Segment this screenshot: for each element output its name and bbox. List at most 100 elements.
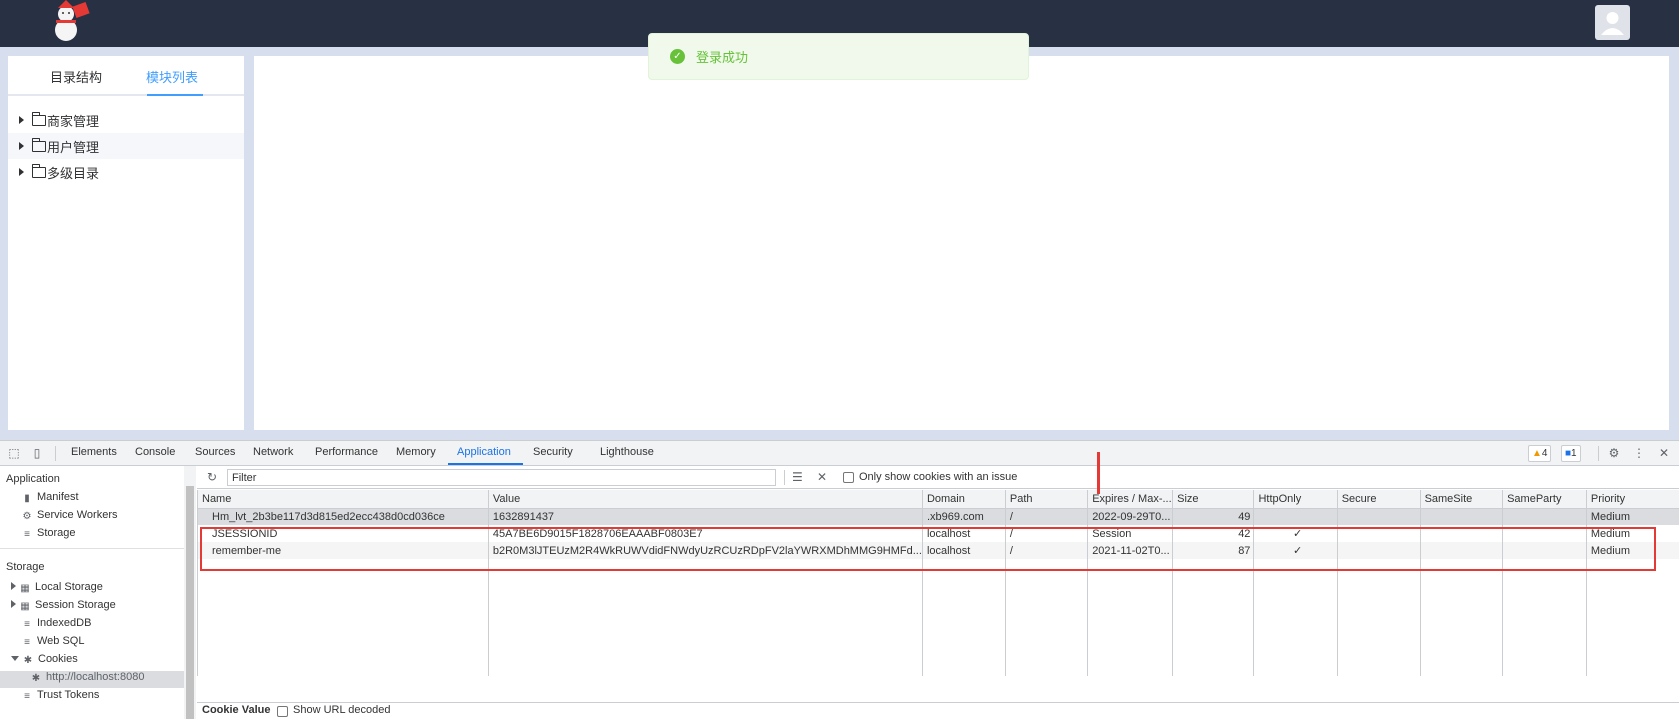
active-tab-indicator (147, 94, 203, 96)
divider (0, 548, 184, 549)
warnings-badge[interactable]: ▲4 (1528, 445, 1551, 462)
sidebar-item-label: Trust Tokens (37, 689, 99, 701)
cookie-filter-input[interactable] (227, 469, 776, 486)
column-header-priority[interactable]: Priority (1586, 490, 1679, 508)
sidebar-item-local-storage[interactable]: ▦Local Storage (11, 581, 103, 594)
cell-size: 49 (1173, 508, 1254, 525)
sidebar-item-indexeddb[interactable]: ≡IndexedDB (22, 617, 91, 630)
tree-node-user[interactable]: 用户管理 (8, 133, 244, 159)
tab-security[interactable]: Security (533, 446, 573, 458)
expand-arrow-icon[interactable] (19, 168, 24, 176)
messages-badge[interactable]: ■1 (1561, 445, 1581, 462)
cookie-value-label: Cookie Value (202, 704, 270, 716)
cookie-table: Name Value Domain Path Expires / Max-...… (197, 490, 1679, 676)
cell-samesite[interactable] (1420, 508, 1503, 525)
file-icon: ▮ (22, 494, 32, 504)
tree-node-multilevel[interactable]: 多级目录 (8, 159, 244, 185)
module-tree: 商家管理 用户管理 多级目录 (8, 107, 244, 185)
clear-filtered-cookies-icon[interactable]: ☰ (792, 470, 803, 484)
sidebar-scroll-thumb[interactable] (186, 486, 194, 719)
only-issues-checkbox[interactable] (843, 472, 854, 483)
tab-lighthouse[interactable]: Lighthouse (600, 446, 654, 458)
column-header-expires[interactable]: Expires / Max-... (1088, 490, 1173, 508)
tree-node-label: 商家管理 (47, 111, 99, 130)
cell-value[interactable]: 1632891437 (488, 508, 922, 525)
cookie-icon: ✱ (23, 656, 33, 666)
tab-sources[interactable]: Sources (195, 446, 235, 458)
column-header-httponly[interactable]: HttpOnly (1254, 490, 1337, 508)
grid-icon: ▦ (20, 584, 30, 594)
column-header-path[interactable]: Path (1005, 490, 1087, 508)
sidebar-item-session-storage[interactable]: ▦Session Storage (11, 599, 116, 612)
cell-expires[interactable]: 2022-09-29T0... (1088, 508, 1173, 525)
grid-icon: ▦ (20, 602, 30, 612)
tree-node-label: 多级目录 (47, 163, 99, 182)
show-url-decoded-checkbox[interactable] (277, 706, 288, 717)
device-toolbar-icon[interactable]: ▯ (30, 446, 44, 460)
sidebar-item-cookie-origin[interactable]: ✱http://localhost:8080 (31, 671, 144, 684)
table-row[interactable]: Hm_lvt_2b3be117d3d815ed2ecc438d0cd036ce … (198, 508, 1679, 525)
user-avatar-button[interactable] (1595, 5, 1630, 40)
cell-path[interactable]: / (1005, 508, 1087, 525)
column-header-secure[interactable]: Secure (1337, 490, 1420, 508)
cell-domain[interactable]: .xb969.com (922, 508, 1005, 525)
main-content-panel (254, 56, 1669, 430)
expand-arrow-icon[interactable] (19, 142, 24, 150)
sidebar-item-label: Manifest (37, 491, 79, 503)
sidebar-heading-storage: Storage (6, 561, 45, 573)
active-devtools-tab-indicator (448, 463, 523, 465)
sidebar-item-label: http://localhost:8080 (46, 671, 144, 683)
column-header-domain[interactable]: Domain (922, 490, 1005, 508)
folder-icon (32, 141, 46, 152)
inspect-element-icon[interactable]: ⬚ (7, 446, 21, 460)
delete-selected-icon[interactable]: ✕ (817, 470, 827, 484)
cell-httponly[interactable] (1254, 508, 1337, 525)
cell-name[interactable]: Hm_lvt_2b3be117d3d815ed2ecc438d0cd036ce (198, 508, 489, 525)
expand-arrow-icon[interactable] (11, 600, 16, 608)
close-icon[interactable]: ✕ (1657, 446, 1671, 460)
tab-memory[interactable]: Memory (396, 446, 436, 458)
column-header-name[interactable]: Name (198, 490, 489, 508)
expand-arrow-icon[interactable] (19, 116, 24, 124)
cell-secure[interactable] (1337, 508, 1420, 525)
divider (784, 470, 785, 485)
sidebar-item-web-sql[interactable]: ≡Web SQL (22, 635, 85, 648)
sidebar-item-trust-tokens[interactable]: ≡ Trust Tokens (22, 689, 99, 702)
tab-module-list[interactable]: 模块列表 (146, 67, 198, 86)
devtools-tabbar: ⬚ ▯ Elements Console Sources Network Per… (0, 441, 1679, 466)
cell-sameparty[interactable] (1503, 508, 1587, 525)
collapse-arrow-icon[interactable] (11, 656, 19, 661)
refresh-icon[interactable]: ↻ (207, 470, 217, 484)
sidebar-item-service-workers[interactable]: ⚙Service Workers (22, 509, 117, 522)
tab-network[interactable]: Network (253, 446, 293, 458)
sidebar-heading-application: Application (6, 473, 60, 485)
expand-arrow-icon[interactable] (11, 582, 16, 590)
tab-application[interactable]: Application (457, 446, 511, 458)
tree-node-merchant[interactable]: 商家管理 (8, 107, 244, 133)
sidebar-item-storage-overview[interactable]: ≡Storage (22, 527, 76, 540)
only-issues-label: Only show cookies with an issue (859, 471, 1017, 483)
toast-message: 登录成功 (696, 47, 748, 66)
tab-directory-structure[interactable]: 目录结构 (50, 67, 102, 86)
column-header-value[interactable]: Value (488, 490, 922, 508)
column-header-size[interactable]: Size (1173, 490, 1254, 508)
sidebar-item-label: Service Workers (37, 509, 117, 521)
database-icon: ≡ (22, 530, 32, 540)
cell-priority[interactable]: Medium (1586, 508, 1679, 525)
column-header-sameparty[interactable]: SameParty (1503, 490, 1587, 508)
tab-performance[interactable]: Performance (315, 446, 378, 458)
devtools-panel: ⬚ ▯ Elements Console Sources Network Per… (0, 440, 1679, 718)
warning-icon: ▲ (1532, 448, 1542, 459)
settings-gear-icon[interactable]: ⚙ (1607, 446, 1621, 460)
sidebar-item-cookies[interactable]: ✱Cookies (11, 653, 78, 666)
tab-elements[interactable]: Elements (71, 446, 117, 458)
divider (1598, 446, 1599, 461)
tab-console[interactable]: Console (135, 446, 175, 458)
column-header-samesite[interactable]: SameSite (1420, 490, 1503, 508)
sidebar-item-manifest[interactable]: ▮ Manifest (22, 491, 79, 504)
database-icon: ≡ (22, 692, 32, 702)
divider (55, 446, 56, 461)
cookie-value-bar: Cookie Value Show URL decoded (197, 702, 1679, 719)
more-options-icon[interactable]: ⋮ (1632, 446, 1646, 460)
folder-icon (32, 115, 46, 126)
